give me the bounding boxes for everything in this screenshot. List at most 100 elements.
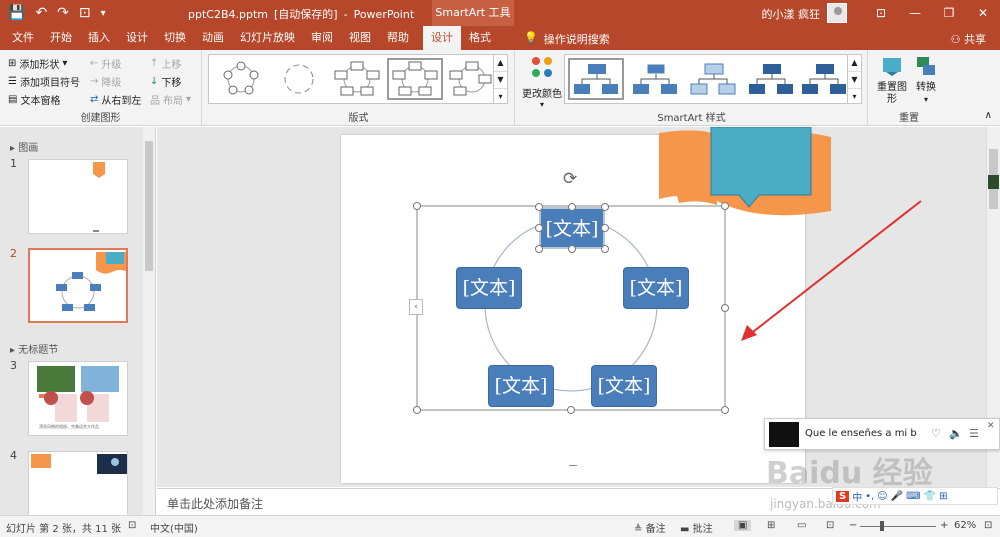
accessibility-icon[interactable]: ⊡ (128, 520, 136, 531)
reset-graphic-button[interactable]: 重置图形 (877, 54, 907, 106)
zoom-slider[interactable] (860, 526, 936, 527)
volume-icon[interactable]: 🔈 (949, 427, 963, 440)
text-pane-button[interactable]: ▤ 文本窗格 (8, 92, 60, 107)
tab-review[interactable]: 审阅 (303, 26, 341, 50)
gallery-up-icon[interactable]: ▲ (848, 55, 861, 72)
thumbnails-scrollbar[interactable] (143, 127, 155, 515)
right-to-left-button[interactable]: ⇄ 从右到左 (90, 92, 141, 107)
node-handle[interactable] (535, 203, 543, 211)
frame-handle[interactable] (721, 304, 729, 312)
node-handle[interactable] (568, 245, 576, 253)
smartart-node-right[interactable]: [文本] (623, 267, 689, 309)
tab-smartart-design[interactable]: 设计 (423, 26, 461, 50)
slide-thumbnail-2[interactable] (28, 248, 128, 323)
fit-slide-icon[interactable]: ⊡ (984, 520, 992, 531)
zoom-out-button[interactable]: − (849, 520, 857, 531)
comments-button[interactable]: ▬ 批注 (680, 520, 713, 535)
smartart-node-top[interactable]: [文本] (539, 207, 605, 249)
save-icon[interactable]: 💾 (8, 5, 25, 21)
sogou-logo[interactable]: S (836, 490, 850, 502)
tab-design[interactable]: 设计 (118, 26, 156, 50)
close-button[interactable]: ✕ (966, 0, 1000, 26)
layout-basic-cycle[interactable] (213, 58, 269, 100)
toolbox-icon[interactable]: ⊞ (939, 491, 947, 502)
node-handle[interactable] (535, 245, 543, 253)
heart-icon[interactable]: ♡ (931, 427, 941, 440)
close-icon[interactable]: ✕ (987, 421, 995, 431)
avatar[interactable] (827, 3, 847, 23)
share-button[interactable]: ⚇ 共享 (951, 31, 986, 47)
gallery-up-icon[interactable]: ▲ (494, 55, 507, 72)
node-handle[interactable] (601, 203, 609, 211)
tab-file[interactable]: 文件 (4, 26, 42, 50)
gallery-down-icon[interactable]: ▼ (494, 72, 507, 89)
style-simple-fill[interactable] (568, 58, 624, 100)
keyboard-icon[interactable]: ⌨ (906, 491, 920, 502)
ime-language[interactable]: 中 (852, 489, 862, 504)
layout-cycle-selected[interactable] (387, 58, 443, 100)
layout-button[interactable]: 品布局 ▾ (150, 92, 191, 107)
node-handle[interactable] (601, 224, 609, 232)
rotate-handle-icon[interactable]: ⟳ (563, 169, 577, 189)
tell-me-search[interactable]: 💡 操作说明搜索 (524, 31, 610, 47)
style-white-outline[interactable] (627, 58, 683, 100)
section-label-2[interactable]: ▸ 无标题节 (10, 341, 58, 356)
slideshow-icon[interactable]: ⊡ (826, 520, 834, 531)
gallery-more-icon[interactable]: ▾ (848, 89, 861, 105)
convert-button[interactable]: 转换 ▾ (911, 54, 941, 106)
tab-insert[interactable]: 插入 (80, 26, 118, 50)
layout-continuous-cycle[interactable] (445, 58, 493, 100)
move-down-button[interactable]: ↓ 下移 (150, 74, 181, 89)
customize-qat-icon[interactable]: ▾ (101, 8, 106, 19)
zoom-slider-thumb[interactable] (880, 521, 884, 531)
notes-button[interactable]: ≜ 备注 (634, 520, 666, 535)
ribbon-display-button[interactable]: ⊡ (864, 0, 898, 26)
frame-handle[interactable] (567, 406, 575, 414)
tab-help[interactable]: 帮助 (379, 26, 417, 50)
smartart-node-bottom-right[interactable]: [文本] (591, 365, 657, 407)
playlist-icon[interactable]: ☰ (969, 427, 979, 440)
emoji-icon[interactable]: ☺ (877, 491, 887, 502)
smartart-node-bottom-left[interactable]: [文本] (488, 365, 554, 407)
layout-text-cycle[interactable] (271, 58, 327, 100)
node-handle[interactable] (601, 245, 609, 253)
notes-placeholder[interactable]: 单击此处添加备注 (167, 495, 263, 512)
collapse-ribbon-icon[interactable]: ∧ (985, 110, 992, 121)
section-label-1[interactable]: ▸ 图画 (10, 139, 38, 154)
layout-block-cycle[interactable] (329, 58, 385, 100)
reading-view-icon[interactable]: ▭ (797, 520, 806, 531)
tab-home[interactable]: 开始 (42, 26, 80, 50)
text-pane-toggle[interactable]: ‹ (409, 299, 423, 315)
tab-animations[interactable]: 动画 (194, 26, 232, 50)
gallery-more-icon[interactable]: ▾ (494, 89, 507, 105)
minimize-button[interactable]: — (898, 0, 932, 26)
change-colors-button[interactable]: 更改颜色 ▾ (520, 54, 564, 109)
redo-icon[interactable]: ↷ (57, 5, 69, 21)
zoom-level[interactable]: 62% (954, 520, 976, 531)
smartart-node-left[interactable]: [文本] (456, 267, 522, 309)
style-intense[interactable] (799, 58, 847, 100)
move-up-button[interactable]: ↑ 上移 (150, 56, 181, 71)
frame-handle[interactable] (721, 406, 729, 414)
gallery-down-icon[interactable]: ▼ (848, 72, 861, 89)
punctuation-icon[interactable]: •, (865, 491, 874, 502)
add-bullet-button[interactable]: ☰ 添加项目符号 (8, 74, 80, 89)
normal-view-icon[interactable]: ▣ (734, 520, 752, 531)
style-moderate[interactable] (743, 58, 799, 100)
tab-transitions[interactable]: 切换 (156, 26, 194, 50)
tab-view[interactable]: 视图 (341, 26, 379, 50)
slide-sorter-icon[interactable]: ⊞ (767, 520, 775, 531)
skin-icon[interactable]: 👕 (924, 491, 936, 502)
present-icon[interactable]: ⊡ (79, 5, 91, 21)
slide-thumbnail-1[interactable] (28, 159, 128, 234)
frame-handle[interactable] (413, 202, 421, 210)
demote-button[interactable]: → 降级 (90, 74, 121, 89)
node-handle[interactable] (568, 203, 576, 211)
language-status[interactable]: 中文(中国) (150, 520, 198, 535)
node-handle[interactable] (535, 224, 543, 232)
restore-button[interactable]: ❐ (932, 0, 966, 26)
microphone-icon[interactable]: 🎤 (891, 491, 903, 502)
style-subtle[interactable] (685, 58, 741, 100)
album-art[interactable] (769, 422, 799, 447)
tab-format[interactable]: 格式 (461, 26, 499, 50)
